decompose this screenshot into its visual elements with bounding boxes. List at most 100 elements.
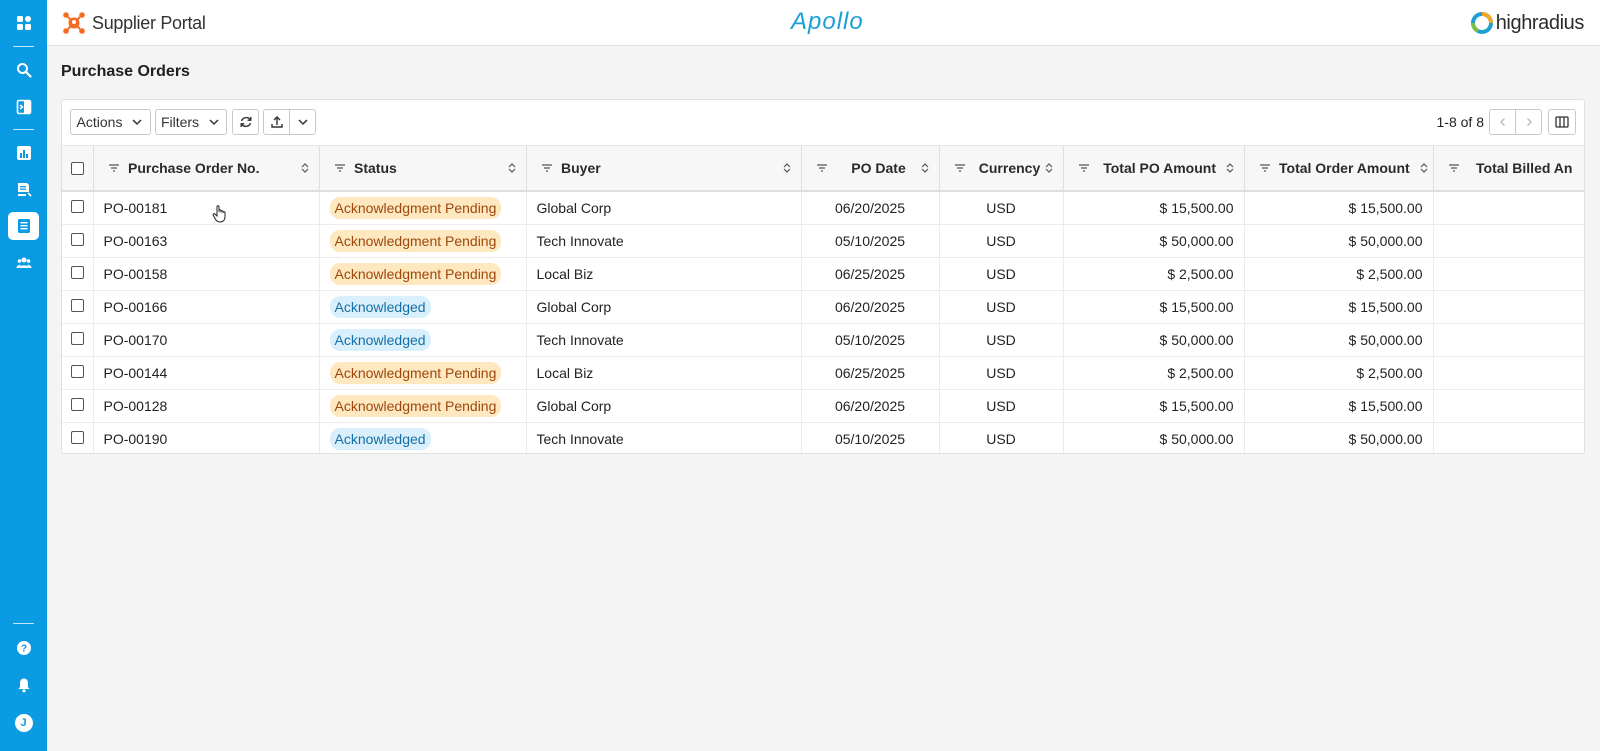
avatar[interactable]: J xyxy=(8,709,39,737)
filter-icon[interactable] xyxy=(108,163,120,173)
filters-dropdown[interactable]: Filters xyxy=(155,109,227,135)
po-number-cell[interactable]: PO-00166 xyxy=(93,290,320,324)
sort-icon[interactable] xyxy=(1226,162,1234,174)
table-row[interactable]: PO-00170 Acknowledged Tech Innovate 05/10/2… xyxy=(62,323,1584,357)
sort-icon[interactable] xyxy=(1420,162,1428,174)
row-checkbox[interactable] xyxy=(70,331,84,345)
filter-icon[interactable] xyxy=(541,163,553,173)
po-number-cell[interactable]: PO-00181 xyxy=(93,191,320,225)
filter-icon[interactable] xyxy=(1259,163,1271,173)
status-badge: Acknowledgment Pending xyxy=(329,262,502,285)
row-select-cell xyxy=(62,257,94,291)
filter-icon[interactable] xyxy=(816,163,828,173)
table-row[interactable]: PO-00166 Acknowledged Global Corp 06/20/202… xyxy=(62,290,1584,324)
currency-cell: USD xyxy=(939,389,1064,423)
total-po-amount-cell: $ 50,000.00 xyxy=(1063,224,1245,258)
status-badge: Acknowledgment Pending xyxy=(329,361,502,384)
users-icon[interactable] xyxy=(8,249,39,277)
po-number-cell[interactable]: PO-00128 xyxy=(93,389,320,423)
filter-icon[interactable] xyxy=(954,163,966,173)
buyer-cell: Local Biz xyxy=(526,257,802,291)
column-header-status[interactable]: Status xyxy=(319,146,526,192)
column-header-currency[interactable]: Currency xyxy=(939,146,1063,192)
po-number-cell[interactable]: PO-00170 xyxy=(93,323,320,357)
table-row[interactable]: PO-00181 Acknowledgment Pending Global Cor… xyxy=(62,191,1584,225)
total-po-amount-cell: $ 2,500.00 xyxy=(1063,257,1245,291)
column-settings-button[interactable] xyxy=(1548,109,1576,135)
column-header-total-billed-amount[interactable]: Total Billed An xyxy=(1433,146,1584,192)
pagination-text: 1-8 of 8 xyxy=(1436,114,1484,130)
row-checkbox[interactable] xyxy=(70,265,84,279)
apps-icon[interactable] xyxy=(8,9,39,37)
sort-icon[interactable] xyxy=(783,162,791,174)
row-select-cell xyxy=(62,191,94,225)
invoice-icon[interactable] xyxy=(8,93,39,121)
analytics-icon[interactable] xyxy=(8,139,39,167)
row-checkbox[interactable] xyxy=(70,232,84,246)
brand[interactable]: Supplier Portal xyxy=(62,11,206,35)
help-icon[interactable]: ? xyxy=(8,634,39,662)
total-po-amount-cell: $ 50,000.00 xyxy=(1063,422,1245,453)
po-number-cell[interactable]: PO-00190 xyxy=(93,422,320,453)
filter-icon[interactable] xyxy=(1448,163,1460,173)
table-row[interactable]: PO-00128 Acknowledgment Pending Global Cor… xyxy=(62,389,1584,423)
documents-icon[interactable] xyxy=(8,176,39,204)
currency-cell: USD xyxy=(939,323,1064,357)
status-cell: Acknowledgment Pending xyxy=(319,191,527,225)
table-row[interactable]: PO-00158 Acknowledgment Pending Local Biz 0… xyxy=(62,257,1584,291)
refresh-button[interactable] xyxy=(232,109,259,135)
select-all-checkbox[interactable] xyxy=(71,161,84,175)
total-po-amount-cell: $ 2,500.00 xyxy=(1063,356,1245,390)
po-number-cell[interactable]: PO-00144 xyxy=(93,356,320,390)
actions-dropdown[interactable]: Actions xyxy=(70,109,151,135)
actions-label: Actions xyxy=(76,114,123,130)
brand-name: Supplier Portal xyxy=(92,12,206,33)
buyer-cell: Tech Innovate xyxy=(526,224,802,258)
column-header-po-number[interactable]: Purchase Order No. xyxy=(93,146,319,192)
column-label: Total Billed An xyxy=(1476,160,1573,176)
po-date-cell: 05/10/2025 xyxy=(801,224,940,258)
row-checkbox[interactable] xyxy=(70,298,84,312)
status-cell: Acknowledgment Pending xyxy=(319,224,527,258)
sort-icon[interactable] xyxy=(921,162,929,174)
bell-icon[interactable] xyxy=(8,671,39,699)
status-badge: Acknowledgment Pending xyxy=(329,196,502,219)
po-number-cell[interactable]: PO-00158 xyxy=(93,257,320,291)
row-checkbox[interactable] xyxy=(70,397,84,411)
table-row[interactable]: PO-00190 Acknowledged Tech Innovate 05/10/2… xyxy=(62,422,1584,453)
filter-icon[interactable] xyxy=(334,163,346,173)
filter-icon[interactable] xyxy=(1078,163,1090,173)
purchase-orders-icon[interactable] xyxy=(8,212,39,240)
chevron-left-icon xyxy=(1499,118,1505,126)
table-row[interactable]: PO-00163 Acknowledgment Pending Tech Innov… xyxy=(62,224,1584,258)
total-billed-amount-cell xyxy=(1433,257,1584,291)
sort-icon[interactable] xyxy=(1045,162,1053,174)
row-checkbox[interactable] xyxy=(70,199,84,213)
column-header-total-po-amount[interactable]: Total PO Amount xyxy=(1063,146,1244,192)
sort-icon[interactable] xyxy=(508,162,516,174)
column-header-po-date[interactable]: PO Date xyxy=(801,146,939,192)
export-button[interactable] xyxy=(263,109,290,135)
total-order-amount-cell: $ 2,500.00 xyxy=(1244,356,1434,390)
table-row[interactable]: PO-00144 Acknowledgment Pending Local Biz 0… xyxy=(62,356,1584,390)
sort-icon[interactable] xyxy=(301,162,309,174)
status-cell: Acknowledged xyxy=(319,290,527,324)
status-cell: Acknowledgment Pending xyxy=(319,389,527,423)
export-options-button[interactable] xyxy=(289,109,316,135)
status-badge: Acknowledgment Pending xyxy=(329,229,502,252)
company-logo: highradius xyxy=(1470,11,1584,35)
currency-cell: USD xyxy=(939,422,1064,453)
prev-page-button[interactable] xyxy=(1489,109,1516,135)
row-select-cell xyxy=(62,224,94,258)
row-checkbox[interactable] xyxy=(70,364,84,378)
po-number-cell[interactable]: PO-00163 xyxy=(93,224,320,258)
po-date-cell: 06/20/2025 xyxy=(801,191,940,225)
next-page-button[interactable] xyxy=(1515,109,1542,135)
column-header-buyer[interactable]: Buyer xyxy=(526,146,801,192)
currency-cell: USD xyxy=(939,257,1064,291)
column-header-total-order-amount[interactable]: Total Order Amount xyxy=(1244,146,1433,192)
purchase-orders-table: Purchase Order No. Status Buyer PO Date xyxy=(62,146,1584,453)
search-icon[interactable] xyxy=(8,56,39,84)
chevron-down-icon xyxy=(297,119,308,126)
row-checkbox[interactable] xyxy=(70,430,84,444)
